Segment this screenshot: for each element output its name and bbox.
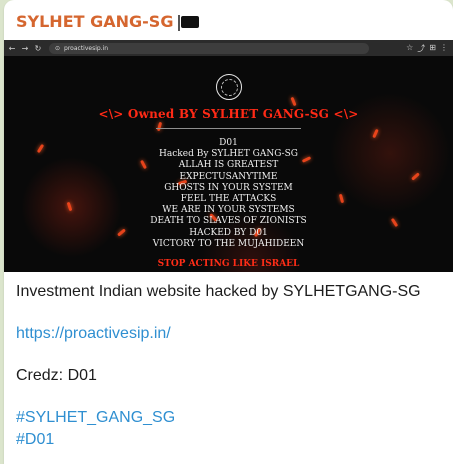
deface-line: DEATH TO SLAVES OF ZIONISTS [150,216,307,227]
headline-divider [156,128,301,129]
message-title: Investment Indian website hacked by SYLH… [16,283,421,300]
browser-actions: ☆ ⤴ ⊞ ⋮ [406,43,453,54]
channel-name-label: SYLHET GANG-SG [16,12,174,31]
deface-line: FEEL THE ATTACKS [180,194,277,205]
credits-text: Credz: D01 [16,367,97,384]
black-flag-icon [178,14,200,31]
deface-line: HACKED BY D01 [189,227,268,238]
website-screenshot[interactable]: ← → ↻ ⊙ proactivesip.in ☆ ⤴ ⊞ ⋮ <\> Owne… [4,40,453,272]
deface-headline: <\> Owned BY SYLHET GANG-SG <\> [98,107,359,121]
deface-page: <\> Owned BY SYLHET GANG-SG <\> D01 Hack… [4,56,453,272]
deface-message-lines: D01 Hacked By SYLHET GANG-SG ALLAH IS GR… [4,138,453,250]
deface-line: ALLAH IS GREATEST [178,160,279,171]
deface-footer: STOP ACTING LIKE ISRAEL [157,259,300,269]
group-emblem-logo [216,74,242,100]
hashtag-sylhet-gang[interactable]: #SYLHET_GANG_SG [16,407,446,429]
lock-icon: ⊙ [55,44,61,52]
deface-line: EXPECTUSANYTIME [179,171,278,182]
ember-mark [156,121,163,132]
hashtag-d01[interactable]: #D01 [16,429,446,451]
puzzle-icon: ⊞ [429,42,436,52]
address-bar: ⊙ proactivesip.in [49,42,369,54]
deface-line: VICTORY TO THE MUJAHIDEEN [152,238,305,249]
website-link[interactable]: https://proactivesip.in/ [16,323,446,345]
deface-line: Hacked By SYLHET GANG-SG [159,149,298,160]
url-text: proactivesip.in [64,44,109,52]
deface-line: D01 [219,138,238,148]
star-icon: ☆ [406,42,414,52]
arrow-right-icon: → [21,43,29,53]
more-icon: ⋮ [440,42,448,52]
deface-line: WE ARE IN YOUR SYSTEMS [162,205,295,216]
share-icon: ⤴ [417,43,426,53]
refresh-icon: ↻ [34,43,42,53]
arrow-left-icon: ← [8,43,16,53]
message-text: Investment Indian website hacked by SYLH… [16,281,446,451]
deface-line: GHOSTS IN YOUR SYSTEM [164,182,293,193]
channel-name[interactable]: SYLHET GANG-SG [16,12,200,31]
message-bubble: SYLHET GANG-SG ← → ↻ ⊙ proactivesip.in ☆… [4,0,453,464]
ember-mark [290,96,297,107]
ember-mark [372,128,379,139]
browser-toolbar: ← → ↻ ⊙ proactivesip.in ☆ ⤴ ⊞ ⋮ [4,40,453,56]
